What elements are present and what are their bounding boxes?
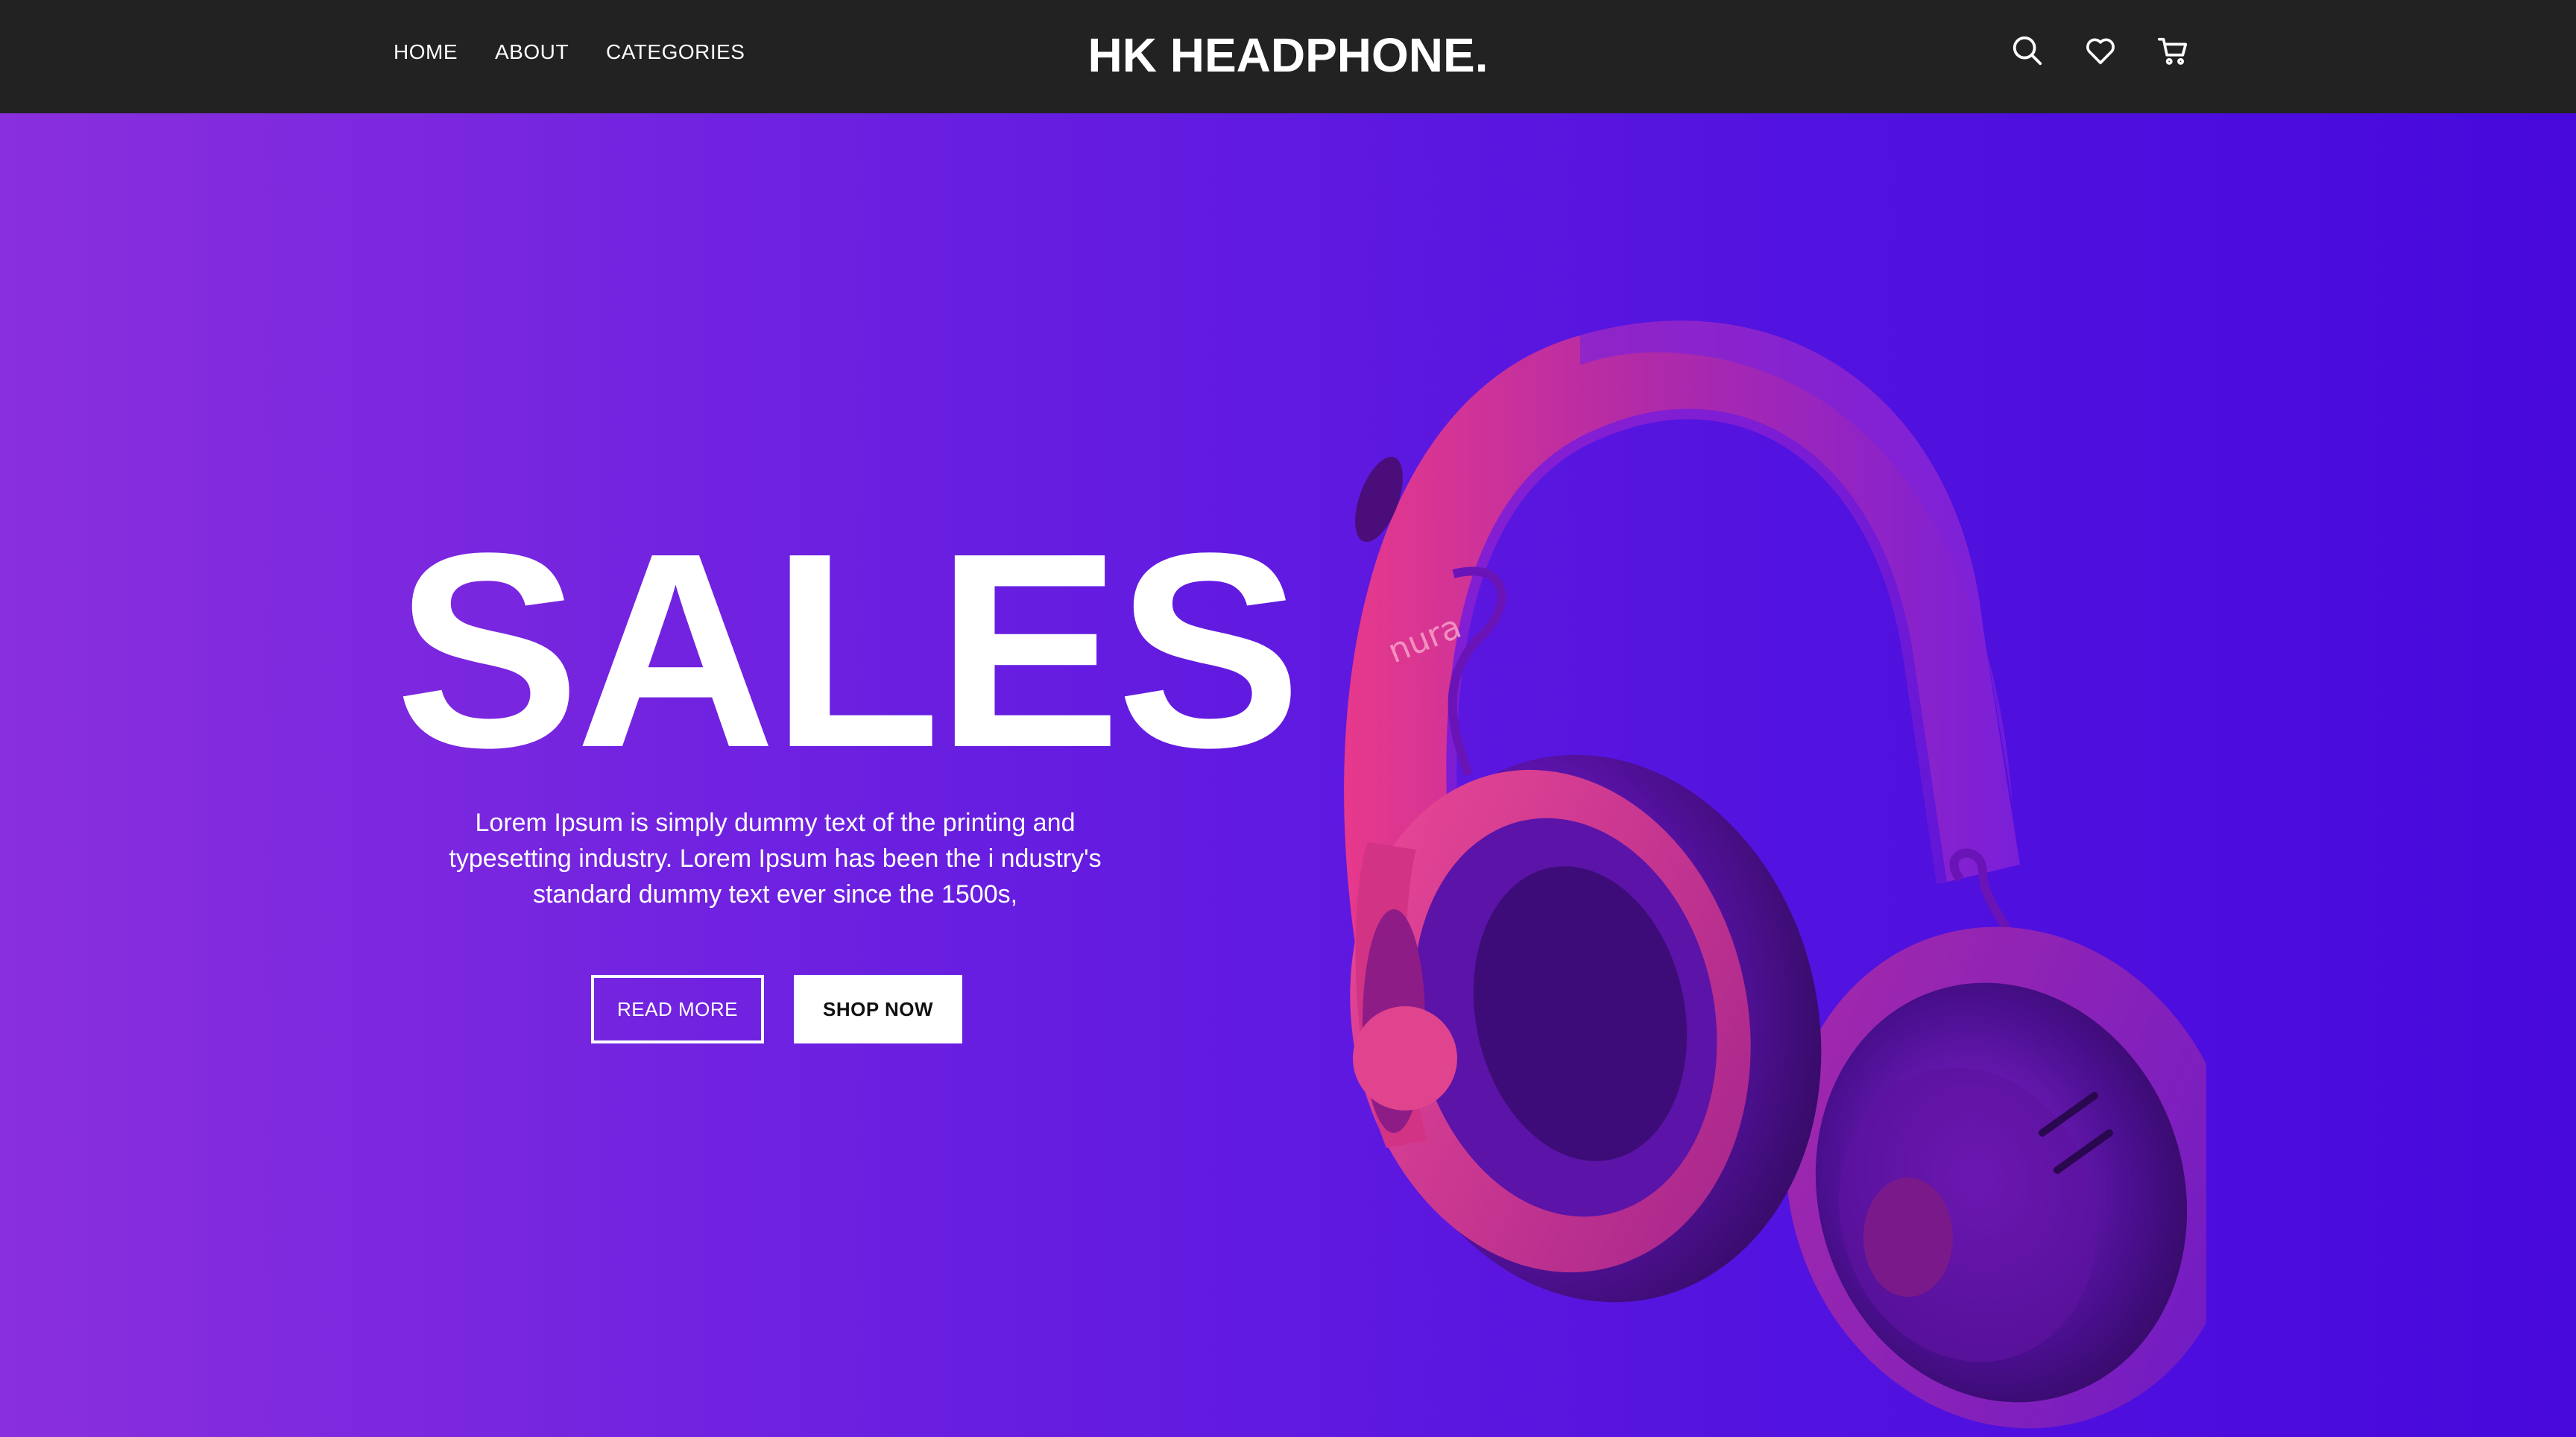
read-more-button[interactable]: READ MORE — [591, 975, 764, 1043]
brand-logo[interactable]: HK HEADPHONE. — [1044, 19, 1532, 91]
top-navbar: HOME ABOUT CATEGORIES HK HEADPHONE. — [0, 0, 2576, 113]
nav-link-about[interactable]: ABOUT — [495, 36, 569, 69]
main-nav: HOME ABOUT CATEGORIES — [394, 36, 745, 69]
hero-description: Lorem Ipsum is simply dummy text of the … — [449, 809, 1102, 909]
hero-button-group: READ MORE SHOP NOW — [591, 975, 962, 1043]
search-icon[interactable] — [2010, 30, 2045, 72]
headphone-product-image: nura — [1344, 320, 2206, 1429]
hero-banner: SALES Lorem Ipsum is simply dummy text o… — [0, 113, 2576, 1437]
nav-icon-group — [2010, 30, 2191, 72]
cart-icon[interactable] — [2156, 30, 2191, 72]
shop-now-button[interactable]: SHOP NOW — [794, 975, 962, 1043]
nav-link-categories[interactable]: CATEGORIES — [606, 36, 745, 69]
nav-link-home[interactable]: HOME — [394, 36, 458, 69]
heart-icon[interactable] — [2083, 30, 2118, 72]
hero-title: SALES — [395, 495, 1301, 805]
